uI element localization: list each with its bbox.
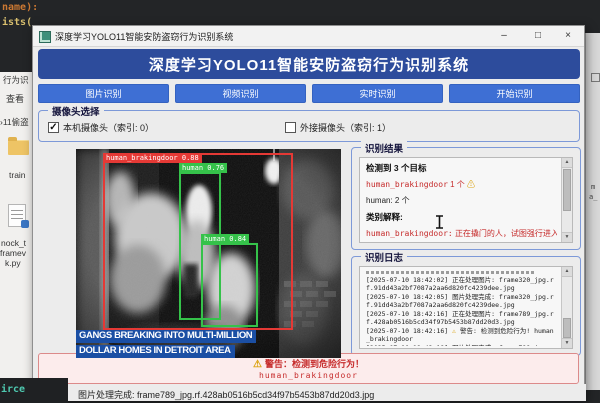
terminal-text: irce xyxy=(1,384,25,395)
file-explorer-strip: 行为识 查看 ›11偷盗 train nock_t framev k.py xyxy=(0,72,33,378)
folder-label[interactable]: train xyxy=(9,170,26,180)
external-camera-option[interactable]: 外接摄像头（索引: 1） xyxy=(285,121,391,134)
checkbox-checked[interactable]: ✓ xyxy=(48,122,59,133)
scroll-up-icon[interactable]: ▲ xyxy=(562,158,572,168)
app-window: 深度学习YOLO11智能安防盗窃行为识别系统 – □ × 深度学习YOLO11智… xyxy=(32,25,585,400)
header-banner: 深度学习YOLO11智能安防盗窃行为识别系统 xyxy=(38,49,580,79)
class-count: human: 2 个 xyxy=(366,195,557,206)
log-textbox[interactable]: [2025-07-10 18:42:02] 正在处理图片: frame320_j… xyxy=(359,266,573,349)
warning-icon: ⚠ xyxy=(452,327,456,335)
detection-label: human_brakingdoor 0.88 xyxy=(103,153,202,163)
group-title: 识别日志 xyxy=(361,250,407,264)
camera-select-group: 摄像头选择 ✓ 本机摄像头（索引: 0） 外接摄像头（索引: 1） xyxy=(38,110,580,142)
class-name: human_brakingdoor xyxy=(366,180,448,189)
results-textbox[interactable]: 检测到 3 个目标 human_brakingdoor 1 个 ⚠ human:… xyxy=(359,157,573,243)
status-bar: 图片处理完成: frame789_jpg.rf.428ab0516b5cd34f… xyxy=(33,384,586,401)
image-recognition-button[interactable]: 图片识别 xyxy=(38,84,169,103)
warning-icon: ⚠ xyxy=(467,180,475,189)
close-button[interactable]: × xyxy=(560,28,576,43)
file-label[interactable]: framev xyxy=(0,248,26,258)
file-label[interactable]: nock_t xyxy=(1,238,26,248)
detection-label: human 0.84 xyxy=(201,234,249,244)
log-entry: [2025-07-10 18:42:16] 正在处理图片: frame789_j… xyxy=(366,310,557,326)
results-scrollbar[interactable]: ▲ ▼ xyxy=(561,158,572,242)
terminal-block: irce xyxy=(0,378,68,403)
toolbar: 图片识别 视频识别 实时识别 开始识别 xyxy=(38,84,580,103)
log-entry-warning: [2025-07-10 18:42:16] ⚠ 警告: 检测到危险行为! hum… xyxy=(366,327,557,343)
minimize-button[interactable]: – xyxy=(496,28,512,43)
alert-class-name: human_brakingdoor xyxy=(39,371,578,380)
group-title: 摄像头选择 xyxy=(48,104,104,118)
app-icon xyxy=(39,31,51,43)
scroll-down-icon[interactable]: ▼ xyxy=(562,232,572,242)
class-explanation: 正在撬门的人，试图强行进入【危险行为】 xyxy=(455,229,557,238)
results-group: 识别结果 检测到 3 个目标 human_brakingdoor 1 个 ⚠ h… xyxy=(351,147,581,250)
explorer-window-title: 行为识 xyxy=(3,74,29,86)
text-cursor-pointer xyxy=(435,215,444,229)
python-file-icon[interactable] xyxy=(8,204,26,227)
group-title: 识别结果 xyxy=(361,141,407,155)
background-text: m xyxy=(591,183,595,191)
scroll-thumb[interactable] xyxy=(563,318,571,338)
editor-code-line: name): xyxy=(2,2,38,13)
log-group: 识别日志 [2025-07-10 18:42:02] 正在处理图片: frame… xyxy=(351,256,581,356)
window-title: 深度学习YOLO11智能安防盗窃行为识别系统 xyxy=(55,30,233,43)
log-entry: [2025-07-10 18:42:02] 正在处理图片: frame320_j… xyxy=(366,276,557,292)
detection-box-human-2: human 0.84 xyxy=(201,243,258,327)
log-scrollbar[interactable]: ▲ ▼ xyxy=(561,267,572,348)
screen: name): ists( 行为识 查看 ›11偷盗 train nock_t f… xyxy=(0,0,600,403)
menu-item-view[interactable]: 查看 xyxy=(6,92,24,105)
background-text: a_ xyxy=(589,193,597,201)
background-window-strip: m a_ xyxy=(585,33,600,390)
status-text: 图片处理完成: frame789_jpg.rf.428ab0516b5cd34f… xyxy=(78,388,374,401)
page-title: 深度学习YOLO11智能安防盗窃行为识别系统 xyxy=(149,54,469,75)
alert-text: 警告：检测到危险行为！ xyxy=(265,359,364,369)
results-summary: 检测到 3 个目标 xyxy=(366,162,557,174)
image-display: human_brakingdoor 0.88 human 0.76 human … xyxy=(76,149,341,358)
vscode-badge-icon xyxy=(21,220,29,228)
maximize-button[interactable]: □ xyxy=(530,28,546,43)
file-label[interactable]: k.py xyxy=(5,258,21,268)
log-entry: [2025-07-10 18:42:18] 图片处理完成: frame789_j… xyxy=(366,344,557,346)
titlebar[interactable]: 深度学习YOLO11智能安防盗窃行为识别系统 – □ × xyxy=(33,26,584,47)
start-recognition-button[interactable]: 开始识别 xyxy=(449,84,580,103)
warning-icon: ⚠ xyxy=(253,359,262,370)
explain-title: 类别解释: xyxy=(366,211,557,223)
editor-code-line: ists( xyxy=(2,17,32,28)
video-recognition-button[interactable]: 视频识别 xyxy=(175,84,306,103)
log-entry: [2025-07-10 18:42:05] 图片处理完成: frame320_j… xyxy=(366,293,557,309)
scroll-down-icon[interactable]: ▼ xyxy=(562,338,572,348)
class-name: human_brakingdoor: xyxy=(366,229,453,238)
clipped-log-line xyxy=(366,271,534,274)
realtime-recognition-button[interactable]: 实时识别 xyxy=(312,84,443,103)
scroll-thumb[interactable] xyxy=(563,169,571,211)
maximize-icon xyxy=(591,73,600,82)
breadcrumb: ›11偷盗 xyxy=(0,116,29,128)
local-camera-option[interactable]: ✓ 本机摄像头（索引: 0） xyxy=(48,121,154,134)
scroll-up-icon[interactable]: ▲ xyxy=(562,267,572,277)
detection-label: human 0.76 xyxy=(179,163,227,173)
news-caption: GANGS BREAKING INTO MULTI-MILLION DOLLAR… xyxy=(76,328,256,358)
checkbox-unchecked[interactable] xyxy=(285,122,296,133)
folder-icon[interactable] xyxy=(8,140,29,155)
